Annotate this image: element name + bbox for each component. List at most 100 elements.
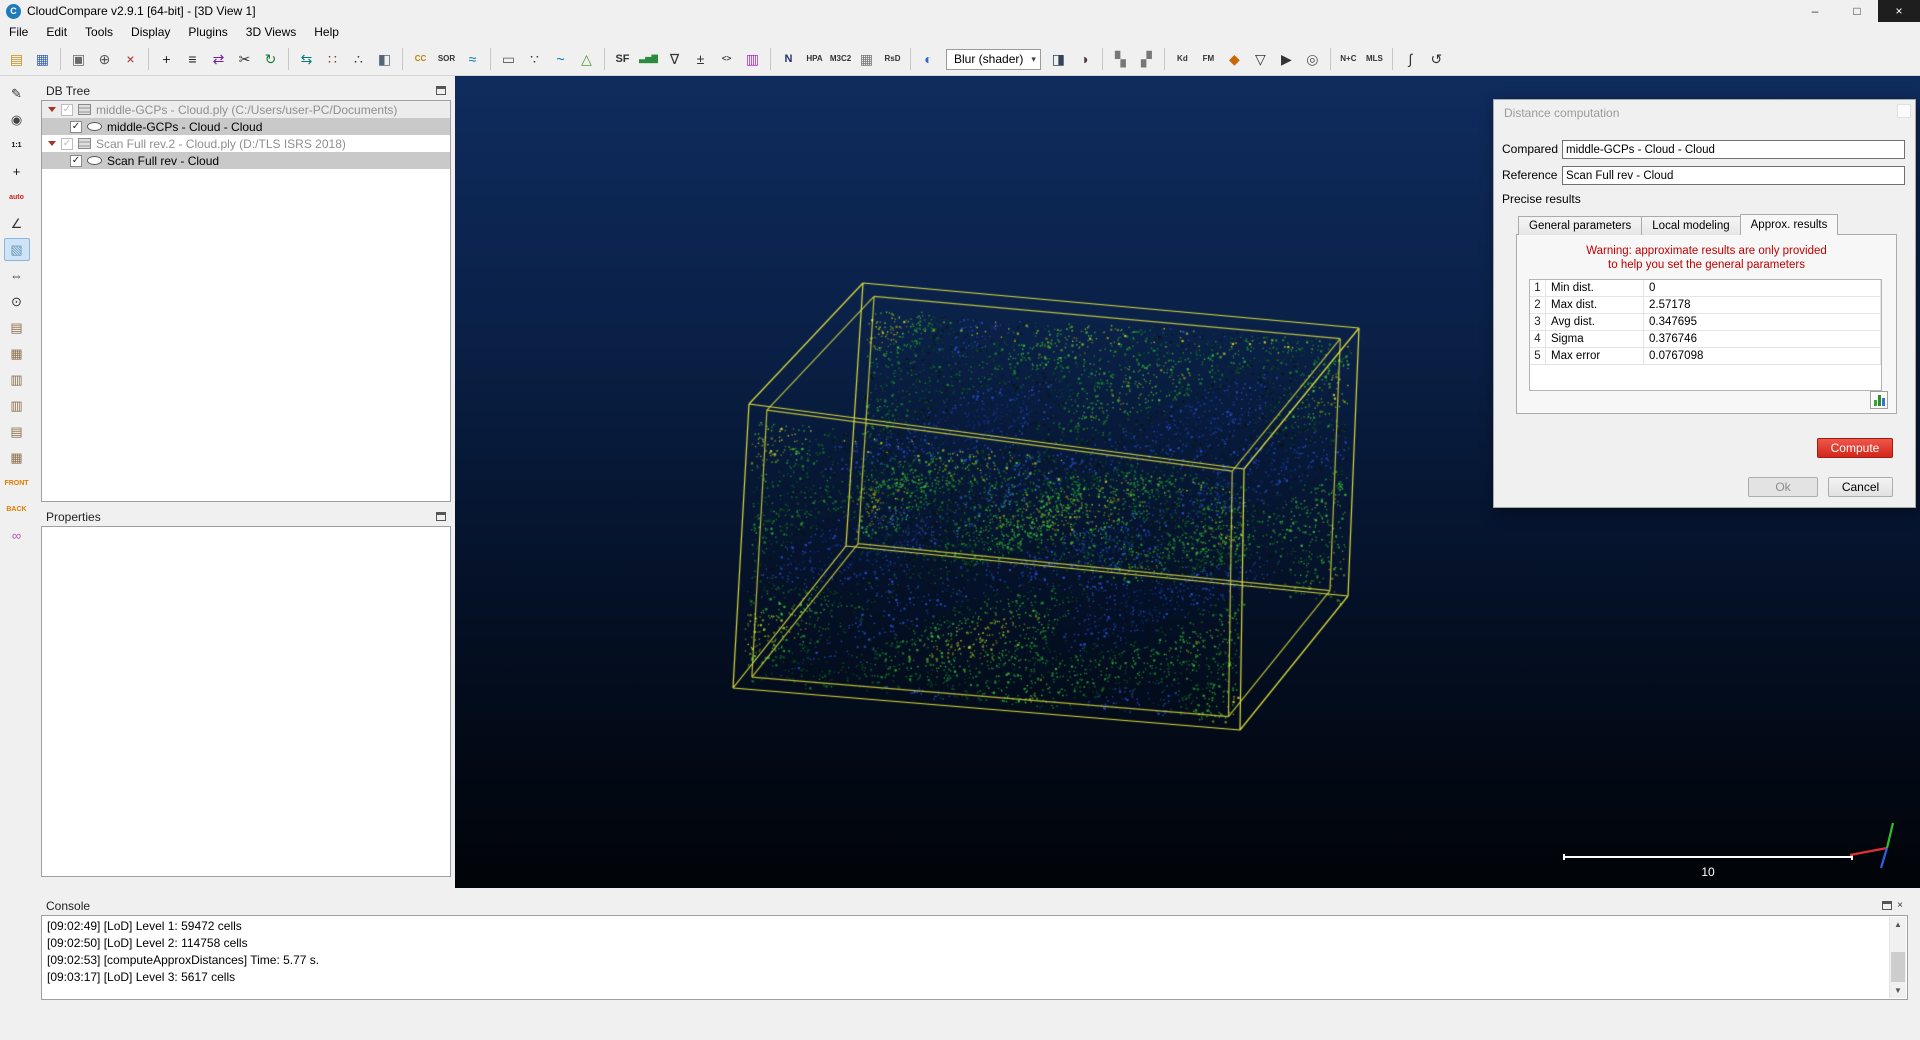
tree-checkbox[interactable]: ✓ bbox=[70, 155, 82, 167]
save-button[interactable]: ▦ bbox=[30, 47, 55, 72]
apply-transformation-button[interactable]: ◧ bbox=[372, 47, 397, 72]
close-button[interactable]: × bbox=[1878, 0, 1920, 22]
point-pair-align-button[interactable]: ⇄ bbox=[206, 47, 231, 72]
rds-button[interactable]: RsD bbox=[880, 47, 905, 72]
ssao-shader-button[interactable]: ◑ bbox=[1072, 47, 1097, 72]
menu-3d-views[interactable]: 3D Views bbox=[237, 22, 305, 43]
poisson-recon-button[interactable]: ∫ bbox=[1398, 47, 1423, 72]
undock-icon[interactable] bbox=[1882, 901, 1892, 910]
rasterize-button[interactable]: ▦ bbox=[854, 47, 879, 72]
view-iso-1-button[interactable]: ▤ bbox=[4, 316, 30, 339]
dialog-close-button[interactable] bbox=[1897, 104, 1911, 118]
menu-file[interactable]: File bbox=[0, 22, 37, 43]
menu-tools[interactable]: Tools bbox=[76, 22, 122, 43]
animation-button[interactable]: ▶ bbox=[1274, 47, 1299, 72]
view-back-button[interactable]: BACK bbox=[4, 498, 30, 521]
noise-filter-button[interactable]: ≈ bbox=[460, 47, 485, 72]
zoom-fit-button[interactable]: + bbox=[4, 160, 30, 183]
tree-item[interactable]: ✓Scan Full rev.2 - Cloud.ply (D:/TLS ISR… bbox=[42, 135, 450, 152]
pick-point-button[interactable]: ✎ bbox=[4, 82, 30, 105]
smooth-button[interactable]: ~ bbox=[548, 47, 573, 72]
menu-help[interactable]: Help bbox=[305, 22, 348, 43]
menu-edit[interactable]: Edit bbox=[37, 22, 76, 43]
edl-shader-button[interactable]: ◨ bbox=[1046, 47, 1071, 72]
perspective-view-button[interactable]: ∠ bbox=[4, 212, 30, 235]
align-button[interactable]: ∷ bbox=[320, 47, 345, 72]
compute-button[interactable]: Compute bbox=[1817, 438, 1893, 458]
connected-components-button[interactable]: CC bbox=[408, 47, 433, 72]
view-iso-2-button[interactable]: ▤ bbox=[4, 420, 30, 443]
pan-view-button[interactable]: ⇔ bbox=[4, 264, 30, 287]
sf-tools-button[interactable]: SF bbox=[610, 47, 635, 72]
compute-normals-button[interactable]: N bbox=[776, 47, 801, 72]
mesh-delaunay-button[interactable]: △ bbox=[574, 47, 599, 72]
sf-arithmetic-button[interactable]: ± bbox=[688, 47, 713, 72]
canupo-train-button[interactable]: ▚ bbox=[1108, 47, 1133, 72]
tab-approx-results[interactable]: Approx. results bbox=[1740, 214, 1839, 235]
clone-button[interactable]: ▣ bbox=[66, 47, 91, 72]
interactive-segment-button[interactable]: ▧ bbox=[4, 238, 30, 261]
color-scale-button[interactable]: ▥ bbox=[740, 47, 765, 72]
tree-item[interactable]: ✓Scan Full rev - Cloud bbox=[42, 152, 450, 169]
point-list-picking-button[interactable]: ≡ bbox=[180, 47, 205, 72]
maximize-button[interactable]: □ bbox=[1836, 0, 1878, 22]
fm-button[interactable]: FM bbox=[1196, 47, 1221, 72]
stereo-mode-button[interactable]: ∞ bbox=[4, 524, 30, 547]
zoom-search-button[interactable]: ⊙ bbox=[4, 290, 30, 313]
close-console-icon[interactable]: × bbox=[1897, 901, 1903, 911]
minimize-button[interactable]: – bbox=[1794, 0, 1836, 22]
histogram-button[interactable]: ▃▅▇ bbox=[636, 47, 661, 72]
tree-item[interactable]: ✓middle-GCPs - Cloud.ply (C:/Users/user-… bbox=[42, 101, 450, 118]
undock-icon[interactable] bbox=[436, 86, 446, 95]
m3c2-button[interactable]: M3C2 bbox=[828, 47, 853, 72]
compared-field[interactable] bbox=[1562, 140, 1905, 159]
tree-item[interactable]: ✓middle-GCPs - Cloud - Cloud bbox=[42, 118, 450, 135]
hpa-button[interactable]: HPA bbox=[802, 47, 827, 72]
blur-shader-select[interactable]: Blur (shader)▾ bbox=[946, 49, 1041, 70]
tree-checkbox[interactable]: ✓ bbox=[61, 138, 73, 150]
view-left-button[interactable]: ▥ bbox=[4, 368, 30, 391]
view-bottom-button[interactable]: ▦ bbox=[4, 446, 30, 469]
open-button[interactable]: ▤ bbox=[4, 47, 29, 72]
sample-points-button[interactable]: ∵ bbox=[522, 47, 547, 72]
view-top-button[interactable]: ▦ bbox=[4, 342, 30, 365]
scrollbar-thumb[interactable] bbox=[1891, 952, 1905, 982]
facets-button[interactable]: ◆ bbox=[1222, 47, 1247, 72]
reference-field[interactable] bbox=[1562, 166, 1905, 185]
delete-button[interactable]: × bbox=[118, 47, 143, 72]
merge-button[interactable]: ⊕ bbox=[92, 47, 117, 72]
console-scrollbar[interactable]: ▲ ▼ bbox=[1889, 917, 1906, 998]
menu-display[interactable]: Display bbox=[122, 22, 179, 43]
camera-settings-button[interactable]: ◉ bbox=[4, 108, 30, 131]
view-right-button[interactable]: ▥ bbox=[4, 394, 30, 417]
sor-filter-button[interactable]: SOR bbox=[434, 47, 459, 72]
tree-expander-icon[interactable] bbox=[48, 141, 56, 146]
scroll-down-icon[interactable]: ▼ bbox=[1890, 983, 1906, 998]
csf-filter-button[interactable]: ▽ bbox=[1248, 47, 1273, 72]
view-front-button[interactable]: FRONT bbox=[4, 472, 30, 495]
subsample-button[interactable]: ∴ bbox=[346, 47, 371, 72]
mls-smoothing-button[interactable]: MLS bbox=[1362, 47, 1387, 72]
ok-button[interactable]: Ok bbox=[1748, 477, 1818, 497]
normals-plus-color-button[interactable]: N+C bbox=[1336, 47, 1361, 72]
fine-registration-button[interactable]: ⇆ bbox=[294, 47, 319, 72]
tab-general-parameters[interactable]: General parameters bbox=[1518, 216, 1642, 235]
sf-gradient-button[interactable]: ∇ bbox=[662, 47, 687, 72]
undock-icon[interactable] bbox=[436, 512, 446, 521]
point-picking-button[interactable]: + bbox=[154, 47, 179, 72]
tree-checkbox[interactable]: ✓ bbox=[61, 104, 73, 116]
auto-pick-center-button[interactable]: auto bbox=[4, 186, 30, 209]
kd-tree-button[interactable]: Kd bbox=[1170, 47, 1195, 72]
tree-checkbox[interactable]: ✓ bbox=[70, 121, 82, 133]
tab-local-modeling[interactable]: Local modeling bbox=[1641, 216, 1740, 235]
crop-button[interactable]: ▭ bbox=[496, 47, 521, 72]
scroll-up-icon[interactable]: ▲ bbox=[1890, 917, 1906, 932]
blur-lens-button[interactable]: ◐ bbox=[916, 47, 941, 72]
pcv-button[interactable]: ◎ bbox=[1300, 47, 1325, 72]
undo-zoom-button[interactable]: ↺ bbox=[1424, 47, 1449, 72]
segment-button[interactable]: ✂ bbox=[232, 47, 257, 72]
tree-expander-icon[interactable] bbox=[48, 107, 56, 112]
canupo-classify-button[interactable]: ▞ bbox=[1134, 47, 1159, 72]
menu-plugins[interactable]: Plugins bbox=[179, 22, 236, 43]
translate-rotate-button[interactable]: ↻ bbox=[258, 47, 283, 72]
